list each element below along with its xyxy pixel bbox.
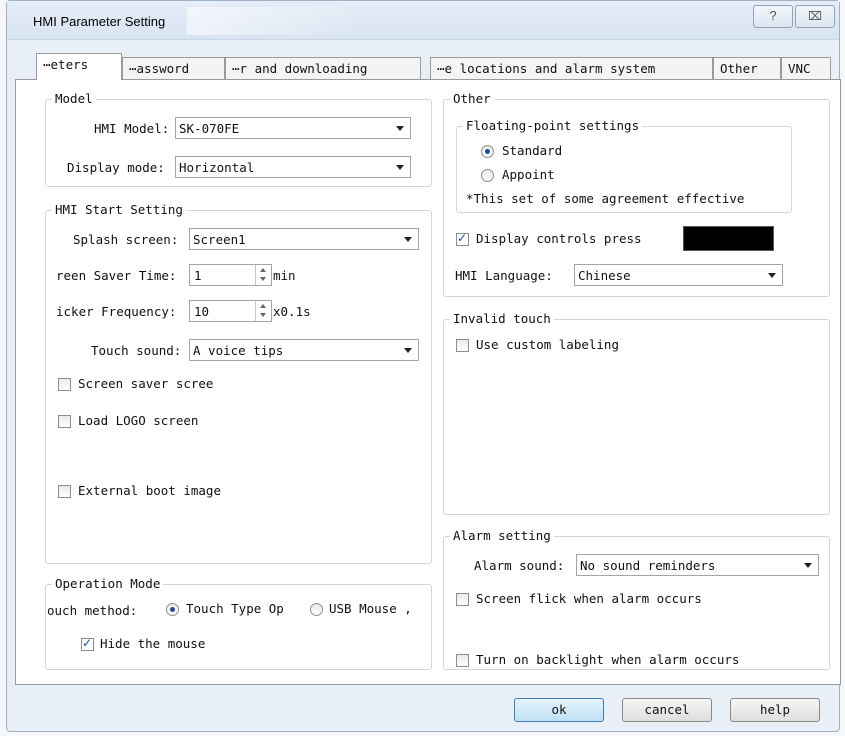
agreement-note: *This set of some agreement effective — [466, 191, 745, 206]
screen-flick-checkbox[interactable] — [456, 593, 469, 606]
screen-saver-time-spinbox[interactable]: 1 — [189, 264, 272, 286]
touch-method-label: ouch method: — [47, 603, 138, 618]
tab-label: ⋯eters — [43, 57, 89, 72]
hide-mouse-label: Hide the mouse — [100, 636, 206, 651]
model-group-title: Model — [52, 91, 96, 106]
alarm-sound-select[interactable]: No sound reminders — [576, 554, 819, 576]
hide-mouse-checkbox[interactable] — [81, 636, 94, 651]
cancel-button[interactable]: cancel — [622, 698, 712, 722]
tab-uploading-downloading[interactable]: ⋯r and downloading — [225, 57, 421, 79]
screen-saver-time-unit: min — [273, 268, 296, 283]
display-press-label: Display controls press — [476, 231, 642, 246]
screen-saver-checkbox[interactable] — [58, 378, 71, 391]
custom-labeling-label: Use custom labeling — [476, 337, 619, 352]
other-group-title: Other — [450, 91, 494, 106]
custom-labeling-checkbox[interactable] — [456, 339, 469, 352]
backlight-checkbox[interactable] — [456, 654, 469, 667]
tab-label: Other — [720, 61, 758, 76]
tab-password[interactable]: ⋯assword — [122, 57, 225, 79]
tab-vnc[interactable]: VNC — [781, 57, 831, 79]
spin-down-icon — [260, 277, 266, 281]
appoint-radio[interactable] — [481, 169, 494, 182]
chevron-down-icon — [404, 348, 412, 353]
tab-label: ⋯assword — [129, 61, 190, 76]
hmi-language-label: HMI Language: — [455, 268, 553, 283]
hmi-language-select[interactable]: Chinese — [574, 264, 783, 286]
flicker-frequency-unit: x0.1s — [273, 304, 311, 319]
tab-label: VNC — [788, 61, 811, 76]
tab-label: ⋯e locations and alarm system — [437, 61, 656, 76]
flicker-frequency-label: icker Frequency: — [56, 304, 177, 319]
hmi-model-value: SK-070FE — [179, 121, 240, 136]
window-title: HMI Parameter Setting — [33, 14, 166, 29]
spin-up-icon — [260, 268, 266, 272]
usb-mouse-radio[interactable] — [310, 603, 323, 616]
spin-buttons[interactable] — [255, 301, 271, 321]
screen-saver-time-value: 1 — [194, 268, 202, 283]
hmi-model-label: HMI Model: — [94, 121, 170, 136]
spin-down-icon — [260, 313, 266, 317]
alarm-sound-value: No sound reminders — [580, 558, 716, 573]
screen-saver-label: Screen saver scree — [78, 376, 214, 391]
touch-type-label: Touch Type Op — [186, 601, 284, 616]
touch-sound-label: Touch sound: — [91, 343, 182, 358]
touch-sound-value: A voice tips — [193, 343, 284, 358]
close-icon: ⌧ — [808, 9, 822, 23]
hmi-language-value: Chinese — [578, 268, 631, 283]
screen-flick-label: Screen flick when alarm occurs — [476, 591, 702, 606]
hmi-model-select[interactable]: SK-070FE — [175, 117, 411, 139]
spin-up-icon — [260, 304, 266, 308]
ok-button[interactable]: ok — [514, 698, 604, 722]
display-mode-label: Display mode: — [67, 160, 165, 175]
load-logo-label: Load LOGO screen — [78, 413, 199, 428]
standard-label: Standard — [502, 143, 563, 158]
operation-mode-title: Operation Mode — [52, 576, 164, 591]
chevron-down-icon — [396, 165, 404, 170]
standard-radio[interactable] — [481, 145, 494, 158]
help-title-button[interactable]: ? — [753, 5, 793, 28]
splash-screen-label: Splash screen: — [73, 232, 179, 247]
screen-saver-time-label: reen Saver Time: — [56, 268, 177, 283]
chevron-down-icon — [404, 237, 412, 242]
tab-parameters[interactable]: ⋯eters — [36, 53, 122, 80]
tab-other[interactable]: Other — [713, 57, 781, 79]
load-logo-checkbox[interactable] — [58, 415, 71, 428]
display-mode-value: Horizontal — [179, 160, 255, 175]
display-mode-select[interactable]: Horizontal — [175, 156, 411, 178]
help-icon: ? — [769, 8, 777, 23]
external-boot-label: External boot image — [78, 483, 221, 498]
external-boot-checkbox[interactable] — [58, 485, 71, 498]
chevron-down-icon — [768, 273, 776, 278]
chevron-down-icon — [804, 563, 812, 568]
touch-sound-select[interactable]: A voice tips — [189, 339, 419, 361]
help-button[interactable]: help — [730, 698, 820, 722]
close-button[interactable]: ⌧ — [795, 5, 835, 28]
title-bar: HMI Parameter Setting ? ⌧ — [7, 1, 839, 40]
usb-mouse-label: USB Mouse , — [329, 601, 412, 616]
tab-file-locations-alarm[interactable]: ⋯e locations and alarm system — [430, 57, 713, 79]
flicker-frequency-spinbox[interactable]: 10 — [189, 300, 272, 322]
invalid-touch-title: Invalid touch — [450, 311, 554, 326]
title-glow — [187, 7, 357, 35]
tab-label: ⋯r and downloading — [232, 61, 368, 76]
alarm-setting-title: Alarm setting — [450, 528, 554, 543]
operation-mode-group: Operation Mode — [45, 576, 432, 670]
alarm-sound-label: Alarm sound: — [474, 558, 565, 573]
splash-screen-select[interactable]: Screen1 — [189, 228, 419, 250]
appoint-label: Appoint — [502, 167, 555, 182]
floating-point-title: Floating-point settings — [463, 118, 643, 133]
display-press-checkbox[interactable] — [456, 231, 469, 246]
splash-screen-value: Screen1 — [193, 232, 246, 247]
backlight-label: Turn on backlight when alarm occurs — [476, 652, 740, 667]
touch-type-radio[interactable] — [166, 603, 179, 616]
flicker-frequency-value: 10 — [194, 304, 210, 319]
spin-buttons[interactable] — [255, 265, 271, 285]
press-color-swatch[interactable] — [683, 226, 774, 251]
start-setting-title: HMI Start Setting — [52, 202, 186, 217]
chevron-down-icon — [396, 126, 404, 131]
